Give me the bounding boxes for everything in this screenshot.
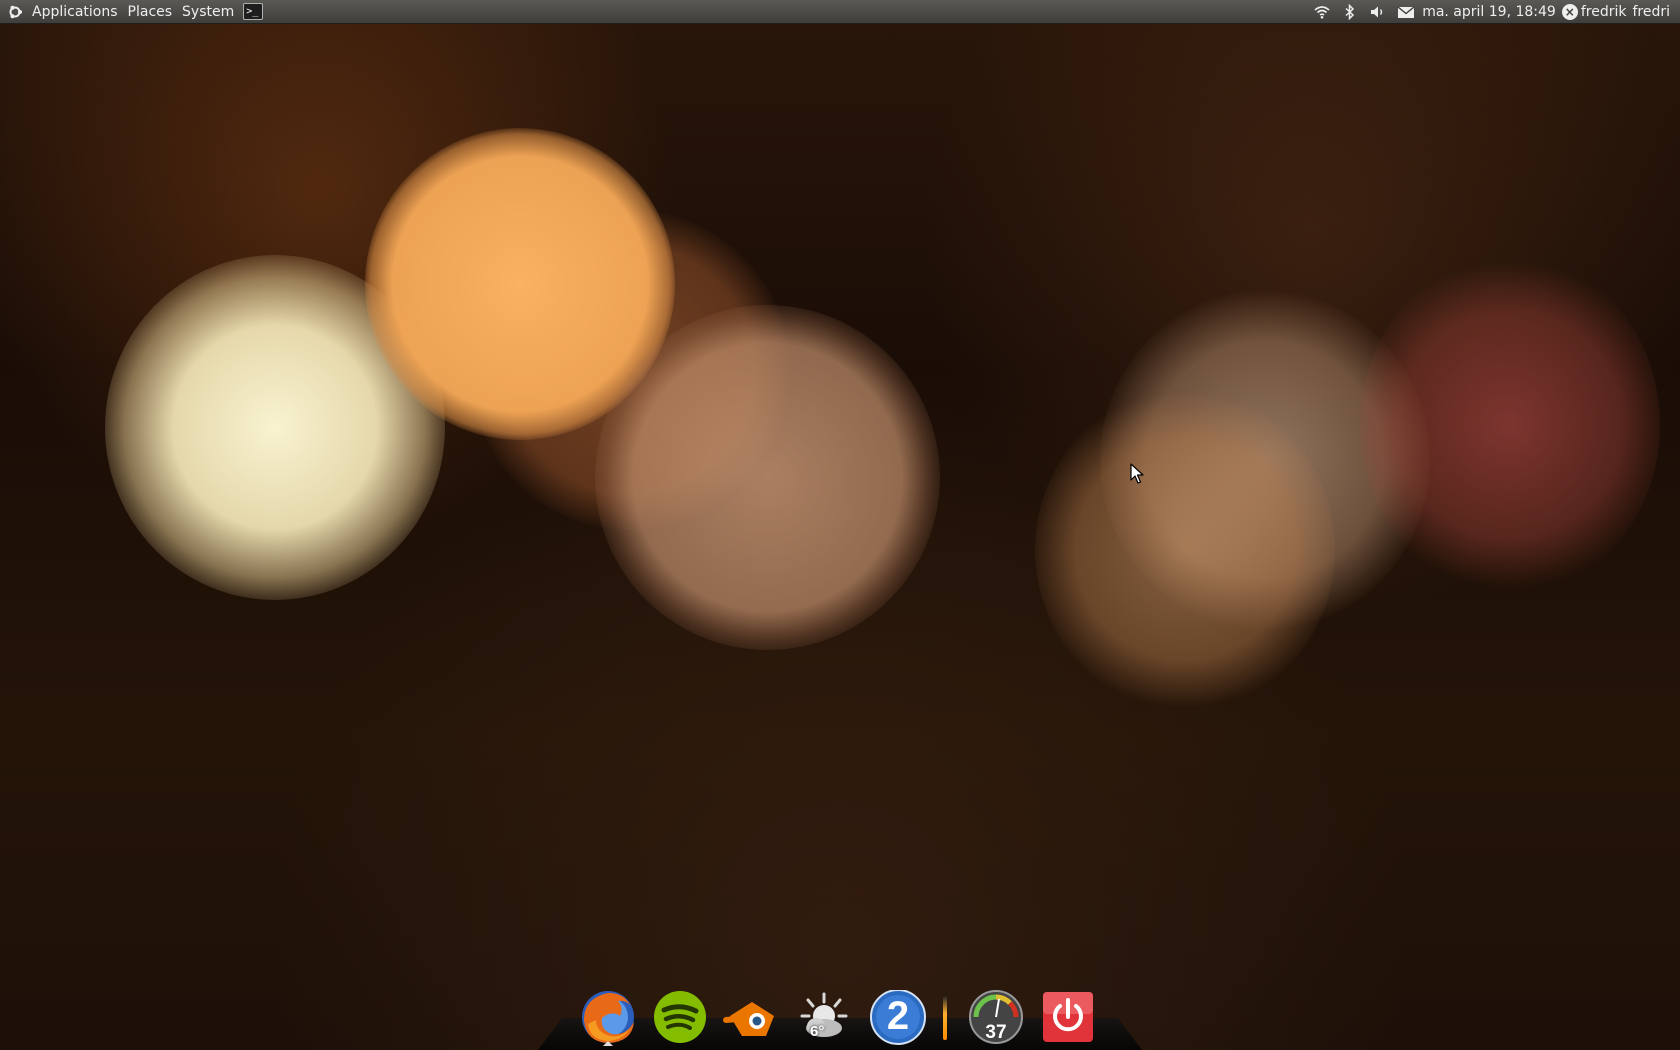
weather-temperature: 6° <box>810 1023 825 1040</box>
wallpaper-bokeh-light <box>1360 255 1660 595</box>
dock-item-spotify[interactable] <box>650 990 710 1046</box>
top-panel: Applications Places System >_ ma. april … <box>0 0 1680 24</box>
system-menu[interactable]: System <box>177 0 239 24</box>
panel-tray: ma. april 19, 18:49 × fredrik fredri <box>1308 0 1680 24</box>
spotify-icon <box>654 991 706 1043</box>
user-menu[interactable]: fredrik <box>1581 4 1627 20</box>
terminal-launcher-icon[interactable]: >_ <box>243 3 264 20</box>
dock-item-blender[interactable] <box>722 990 782 1046</box>
running-indicator <box>603 1041 613 1046</box>
power-icon <box>1043 992 1093 1042</box>
panel-menu-bar: Applications Places System >_ <box>0 0 264 24</box>
workspace-number: 2 <box>886 994 910 1038</box>
ubuntu-logo-icon[interactable] <box>3 0 27 24</box>
dock-item-firefox[interactable] <box>578 990 638 1046</box>
volume-icon[interactable] <box>1367 0 1389 24</box>
dock-item-workspace-switcher[interactable]: 2 <box>868 989 928 1046</box>
dock: 6° 2 37 <box>538 989 1142 1050</box>
network-wifi-icon[interactable] <box>1311 0 1333 24</box>
firefox-icon <box>582 991 634 1043</box>
wallpaper-bokeh-light <box>595 305 940 650</box>
places-menu[interactable]: Places <box>123 0 178 24</box>
dock-separator <box>943 996 947 1040</box>
user-status-icon[interactable]: × <box>1561 3 1578 20</box>
user-switcher[interactable]: fredri <box>1632 4 1670 20</box>
mouse-pointer-icon <box>1130 463 1144 485</box>
dock-item-weather[interactable]: 6° <box>794 990 854 1046</box>
dock-item-system-monitor[interactable]: 37 <box>966 990 1026 1046</box>
applications-menu[interactable]: Applications <box>27 0 123 24</box>
blender-icon <box>723 1002 774 1036</box>
wallpaper-bokeh-light <box>1035 390 1335 710</box>
clock[interactable]: ma. april 19, 18:49 <box>1422 4 1556 20</box>
desktop-wallpaper <box>0 0 1680 1050</box>
mail-icon[interactable] <box>1395 0 1417 24</box>
gauge-value: 37 <box>985 1022 1007 1043</box>
dock-item-shutdown[interactable] <box>1038 990 1098 1046</box>
bluetooth-icon[interactable] <box>1339 0 1361 24</box>
